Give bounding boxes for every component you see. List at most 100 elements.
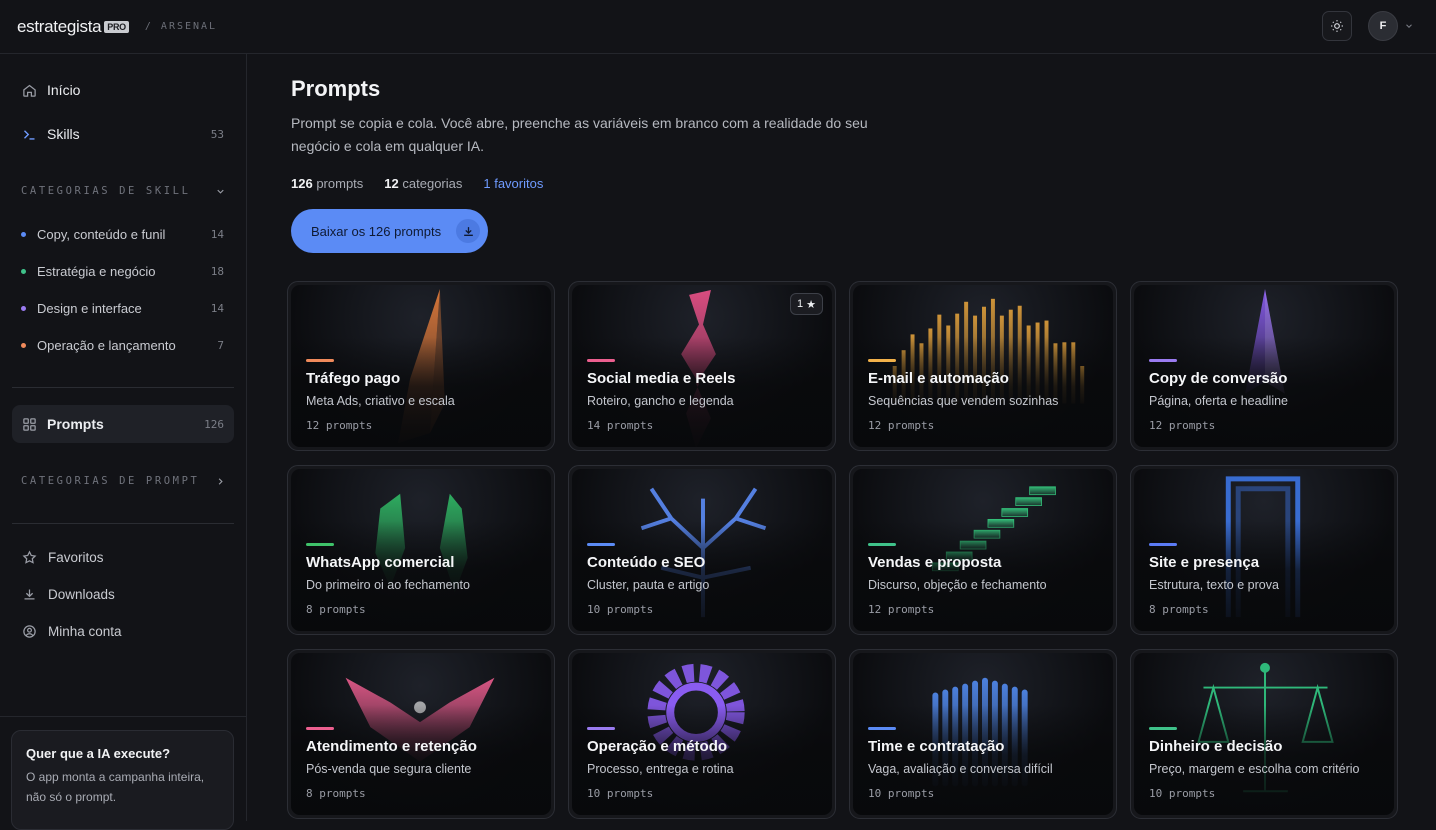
- sidebar-item-label: Downloads: [48, 587, 115, 602]
- sidebar-item-skills[interactable]: Skills 53: [12, 115, 234, 153]
- sidebar-item-prompts[interactable]: Prompts 126: [12, 405, 234, 443]
- category-card[interactable]: E-mail e automação Sequências que vendem…: [849, 281, 1117, 451]
- category-count: 14: [210, 302, 224, 315]
- theme-toggle-button[interactable]: [1322, 11, 1352, 41]
- card-title: Site e presença: [1149, 554, 1260, 571]
- sidebar-item-count: 126: [204, 417, 224, 431]
- card-accent-bar: [868, 543, 896, 546]
- sidebar-item-inicio[interactable]: Início: [12, 71, 234, 109]
- prompt-categories-toggle[interactable]: CATEGORIAS DE PROMPT: [21, 475, 226, 487]
- card-accent-bar: [1149, 359, 1177, 362]
- skill-category-operacao[interactable]: Operação e lançamento 7: [21, 338, 226, 353]
- terminal-icon: [24, 129, 35, 140]
- category-card[interactable]: Conteúdo e SEO Cluster, pauta e artigo 1…: [568, 465, 836, 635]
- sidebar-item-favoritos[interactable]: Favoritos: [22, 550, 104, 565]
- card-subtitle: Do primeiro oi ao fechamento: [306, 578, 470, 592]
- category-card[interactable]: WhatsApp comercial Do primeiro oi ao fec…: [287, 465, 555, 635]
- category-card[interactable]: 1 ★ Social media e Reels Roteiro, gancho …: [568, 281, 836, 451]
- skill-categories-toggle[interactable]: CATEGORIAS DE SKILL: [21, 185, 226, 197]
- download-all-button[interactable]: Baixar os 126 prompts: [291, 209, 488, 253]
- card-count: 8 prompts: [1149, 603, 1209, 616]
- category-dot: [21, 306, 26, 311]
- card-accent-bar: [868, 727, 896, 730]
- card-count: 10 prompts: [587, 603, 654, 616]
- page-title: Prompts: [291, 76, 381, 101]
- chevron-down-icon: [1406, 24, 1412, 28]
- skill-category-copy[interactable]: Copy, conteúdo e funil 14: [21, 227, 226, 242]
- breadcrumb: / ARSENAL: [144, 21, 218, 32]
- card-accent-bar: [306, 359, 334, 362]
- skill-category-design[interactable]: Design e interface 14: [21, 301, 226, 316]
- section-title: CATEGORIAS DE PROMPT: [21, 475, 200, 487]
- brand-logo[interactable]: estrategista PRO: [17, 17, 129, 37]
- card-title: Social media e Reels: [587, 370, 736, 387]
- card-body: Conteúdo e SEO Cluster, pauta e artigo 1…: [572, 469, 832, 631]
- category-card[interactable]: Time e contratação Vaga, avaliação e con…: [849, 649, 1117, 819]
- card-subtitle: Roteiro, gancho e legenda: [587, 394, 734, 408]
- sidebar-item-minha-conta[interactable]: Minha conta: [22, 624, 122, 639]
- promo-title: Quer que a IA execute?: [26, 746, 171, 761]
- card-title: Dinheiro e decisão: [1149, 738, 1283, 755]
- favorite-count-badge: 1 ★: [790, 293, 823, 315]
- category-card[interactable]: Operação e método Processo, entrega e ro…: [568, 649, 836, 819]
- card-body: Dinheiro e decisão Preço, margem e escol…: [1134, 653, 1394, 815]
- card-body: WhatsApp comercial Do primeiro oi ao fec…: [291, 469, 551, 631]
- favorites-link[interactable]: 1 favoritos: [483, 176, 543, 191]
- card-count: 12 prompts: [306, 419, 373, 432]
- category-label: Copy, conteúdo e funil: [37, 227, 166, 242]
- home-icon: [23, 84, 36, 97]
- card-count: 10 prompts: [587, 787, 654, 800]
- download-icon: [24, 589, 35, 600]
- card-accent-bar: [868, 359, 896, 362]
- card-count: 8 prompts: [306, 603, 366, 616]
- page-description: Prompt se copia e cola. Você abre, preen…: [291, 115, 868, 154]
- category-card[interactable]: Copy de conversão Página, oferta e headl…: [1130, 281, 1398, 451]
- pro-badge: PRO: [104, 20, 129, 33]
- card-accent-bar: [587, 727, 615, 730]
- sidebar-item-label: Minha conta: [48, 624, 122, 639]
- card-title: Time e contratação: [868, 738, 1005, 755]
- card-body: Operação e método Processo, entrega e ro…: [572, 653, 832, 815]
- card-title: Conteúdo e SEO: [587, 554, 706, 571]
- stat-categories: 12 categorias: [384, 176, 463, 191]
- user-circle-icon: [23, 625, 36, 638]
- promo-text: O app monta a campanha inteira, não só o…: [26, 770, 205, 804]
- chevron-right-icon: [218, 477, 223, 485]
- category-count: 7: [217, 339, 224, 352]
- user-menu[interactable]: F: [1368, 11, 1414, 41]
- category-card[interactable]: Atendimento e retenção Pós-venda que seg…: [287, 649, 555, 819]
- card-title: E-mail e automação: [868, 370, 1009, 387]
- sidebar-item-downloads[interactable]: Downloads: [22, 587, 115, 602]
- skill-category-estrategia[interactable]: Estratégia e negócio 18: [21, 264, 226, 279]
- divider: [12, 523, 234, 524]
- card-accent-bar: [1149, 543, 1177, 546]
- download-icon: [456, 219, 480, 243]
- card-subtitle: Sequências que vendem sozinhas: [868, 394, 1059, 408]
- category-label: Design e interface: [37, 301, 142, 316]
- category-card[interactable]: Dinheiro e decisão Preço, margem e escol…: [1130, 649, 1398, 819]
- card-subtitle: Página, oferta e headline: [1149, 394, 1288, 408]
- main-content: Prompts Prompt se copia e cola. Você abr…: [287, 54, 1401, 821]
- category-card[interactable]: Tráfego pago Meta Ads, criativo e escala…: [287, 281, 555, 451]
- card-subtitle: Meta Ads, criativo e escala: [306, 394, 455, 408]
- sidebar-item-count: 53: [210, 127, 224, 141]
- card-accent-bar: [587, 543, 615, 546]
- card-accent-bar: [306, 727, 334, 730]
- card-body: Copy de conversão Página, oferta e headl…: [1134, 285, 1394, 447]
- promo-card[interactable]: Quer que a IA execute? O app monta a cam…: [11, 730, 234, 830]
- card-count: 10 prompts: [868, 787, 935, 800]
- card-body: Atendimento e retenção Pós-venda que seg…: [291, 653, 551, 815]
- category-card[interactable]: Site e presença Estrutura, texto e prova…: [1130, 465, 1398, 635]
- top-actions: F: [1322, 11, 1414, 41]
- card-title: Vendas e proposta: [868, 554, 1002, 571]
- category-card[interactable]: Vendas e proposta Discurso, objeção e fe…: [849, 465, 1117, 635]
- category-count: 14: [210, 228, 224, 241]
- button-label: Baixar os 126 prompts: [311, 223, 442, 239]
- sidebar-item-label: Skills: [47, 126, 80, 142]
- card-count: 12 prompts: [868, 419, 935, 432]
- card-body: Vendas e proposta Discurso, objeção e fe…: [853, 469, 1113, 631]
- category-dot: [21, 343, 26, 348]
- sidebar: Início Skills 53 CATEGORIAS DE SKILL Cop…: [0, 54, 247, 830]
- card-body: Tráfego pago Meta Ads, criativo e escala…: [291, 285, 551, 447]
- category-dot: [21, 269, 26, 274]
